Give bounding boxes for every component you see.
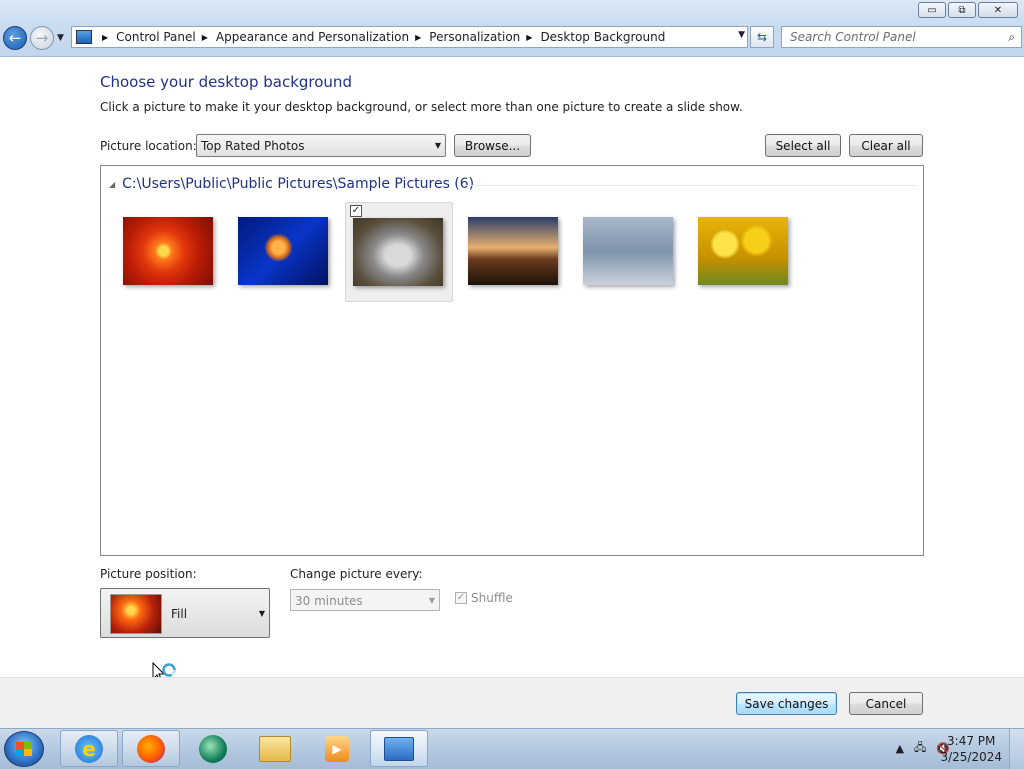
chevron-down-icon: ▼ <box>434 141 441 150</box>
shuffle-label: Shuffle <box>471 591 513 605</box>
page-title: Choose your desktop background <box>100 73 352 91</box>
taskbar-windows-live[interactable] <box>184 730 242 767</box>
picture-location-dropdown[interactable]: Top Rated Photos ▼ <box>196 134 446 157</box>
picture-item-lighthouse[interactable] <box>461 202 569 302</box>
control-panel-icon <box>384 736 414 761</box>
breadcrumb-label[interactable]: Desktop Background <box>540 30 665 44</box>
window-controls: ▭ ⧉ ✕ <box>918 2 1018 18</box>
breadcrumb-label[interactable]: Personalization <box>429 30 520 44</box>
forward-arrow-icon: → <box>35 29 49 47</box>
taskbar-firefox[interactable] <box>122 730 180 767</box>
tulips-thumbnail[interactable] <box>698 217 788 285</box>
lighthouse-thumbnail[interactable] <box>468 217 558 285</box>
breadcrumb-arrow-icon[interactable]: ▶ <box>526 33 532 42</box>
address-dropdown-icon[interactable]: ▼ <box>738 30 745 40</box>
picture-item-koala[interactable]: ✓ <box>345 202 453 302</box>
clock-date: 3/25/2024 <box>940 750 1002 764</box>
group-header-label: C:\Users\Public\Public Pictures\Sample P… <box>122 176 475 192</box>
save-changes-button[interactable]: Save changes <box>736 692 837 715</box>
picture-list[interactable]: ◢ C:\Users\Public\Public Pictures\Sample… <box>100 165 924 556</box>
group-divider <box>463 185 915 186</box>
search-placeholder: Search Control Panel <box>790 30 916 44</box>
recent-pages-dropdown-icon[interactable]: ▼ <box>57 33 64 43</box>
change-interval-value: 30 minutes <box>295 594 363 608</box>
picture-position-dropdown[interactable]: Fill ▼ <box>100 588 270 638</box>
network-icon[interactable]: 🖧 <box>914 739 926 758</box>
position-preview-thumbnail <box>110 594 162 634</box>
clear-all-button[interactable]: Clear all <box>849 134 923 157</box>
picture-location-label: Picture location: <box>100 139 197 153</box>
jellyfish-thumbnail[interactable] <box>238 217 328 285</box>
back-button[interactable]: ← <box>3 26 27 50</box>
shuffle-checkbox: ✓ Shuffle <box>455 591 513 605</box>
cancel-button[interactable]: Cancel <box>849 692 923 715</box>
picture-item-jellyfish[interactable] <box>231 202 339 302</box>
chrysanthemum-thumbnail[interactable] <box>123 217 213 285</box>
taskbar: e ▶ ▲ 🖧 🔇 3:47 PM 3/25/2024 <box>0 728 1024 769</box>
picture-location-value: Top Rated Photos <box>201 139 305 153</box>
close-button[interactable]: ✕ <box>978 2 1018 18</box>
picture-item-tulips[interactable] <box>691 202 799 302</box>
show-desktop-button[interactable] <box>1009 729 1024 769</box>
picture-position-value: Fill <box>171 607 188 621</box>
internet-explorer-icon: e <box>75 734 103 763</box>
chevron-down-icon: ▼ <box>258 609 265 618</box>
group-header[interactable]: ◢ C:\Users\Public\Public Pictures\Sample… <box>109 176 474 192</box>
picture-position-label: Picture position: <box>100 567 197 581</box>
forward-button[interactable]: → <box>30 26 54 50</box>
taskbar-media-player[interactable]: ▶ <box>308 730 366 767</box>
breadcrumb-arrow-icon[interactable]: ▶ <box>202 33 208 42</box>
select-all-button[interactable]: Select all <box>765 134 841 157</box>
picture-checkbox[interactable]: ✓ <box>350 205 362 217</box>
refresh-button[interactable]: ⇆ <box>750 26 774 48</box>
koala-thumbnail[interactable] <box>353 218 443 286</box>
search-input[interactable]: Search Control Panel ⌕ <box>781 26 1022 48</box>
windows-live-icon <box>199 734 227 763</box>
windows-logo-icon <box>16 742 32 756</box>
picture-item-chrysanthemum[interactable] <box>116 202 224 302</box>
title-bar: ▭ ⧉ ✕ ← → ▼ ▶ Control Panel ▶ Appearance … <box>0 0 1024 57</box>
address-bar[interactable]: ▶ Control Panel ▶ Appearance and Personal… <box>71 26 748 48</box>
change-picture-every-label: Change picture every: <box>290 567 423 581</box>
refresh-icon: ⇆ <box>756 30 768 44</box>
browse-button[interactable]: Browse... <box>454 134 531 157</box>
breadcrumb-appearance[interactable]: Appearance and Personalization ▶ <box>216 30 429 44</box>
breadcrumb-personalization[interactable]: Personalization ▶ <box>429 30 540 44</box>
start-button[interactable] <box>4 731 44 767</box>
breadcrumb-desktop-background[interactable]: Desktop Background <box>540 30 665 44</box>
breadcrumb-root[interactable]: ▶ <box>96 33 116 42</box>
media-player-icon: ▶ <box>325 735 349 762</box>
back-arrow-icon: ← <box>8 29 22 47</box>
show-hidden-icons-icon[interactable]: ▲ <box>896 742 904 755</box>
breadcrumb-label[interactable]: Control Panel <box>116 30 196 44</box>
maximize-button[interactable]: ⧉ <box>948 2 976 18</box>
breadcrumb-control-panel[interactable]: Control Panel ▶ <box>116 30 216 44</box>
control-panel-icon <box>76 30 92 44</box>
change-interval-dropdown: 30 minutes ▼ <box>290 589 440 611</box>
checkbox-checked-icon: ✓ <box>455 592 467 604</box>
clock-time: 3:47 PM <box>947 734 996 748</box>
minimize-button[interactable]: ▭ <box>918 2 946 18</box>
breadcrumb-label[interactable]: Appearance and Personalization <box>216 30 409 44</box>
folder-icon <box>259 735 291 762</box>
search-icon[interactable]: ⌕ <box>1008 30 1015 45</box>
clock[interactable]: 3:47 PM 3/25/2024 <box>940 733 1002 765</box>
breadcrumb-arrow-icon[interactable]: ▶ <box>415 33 421 42</box>
collapse-triangle-icon[interactable]: ◢ <box>109 180 115 189</box>
breadcrumb-arrow-icon[interactable]: ▶ <box>102 33 108 42</box>
taskbar-windows-explorer[interactable] <box>246 730 304 767</box>
picture-item-penguins[interactable] <box>576 202 684 302</box>
chevron-down-icon: ▼ <box>428 596 435 605</box>
taskbar-internet-explorer[interactable]: e <box>60 730 118 767</box>
firefox-icon <box>137 734 165 763</box>
penguins-thumbnail[interactable] <box>583 217 673 285</box>
taskbar-control-panel[interactable] <box>370 730 428 767</box>
page-subtitle: Click a picture to make it your desktop … <box>100 100 743 114</box>
